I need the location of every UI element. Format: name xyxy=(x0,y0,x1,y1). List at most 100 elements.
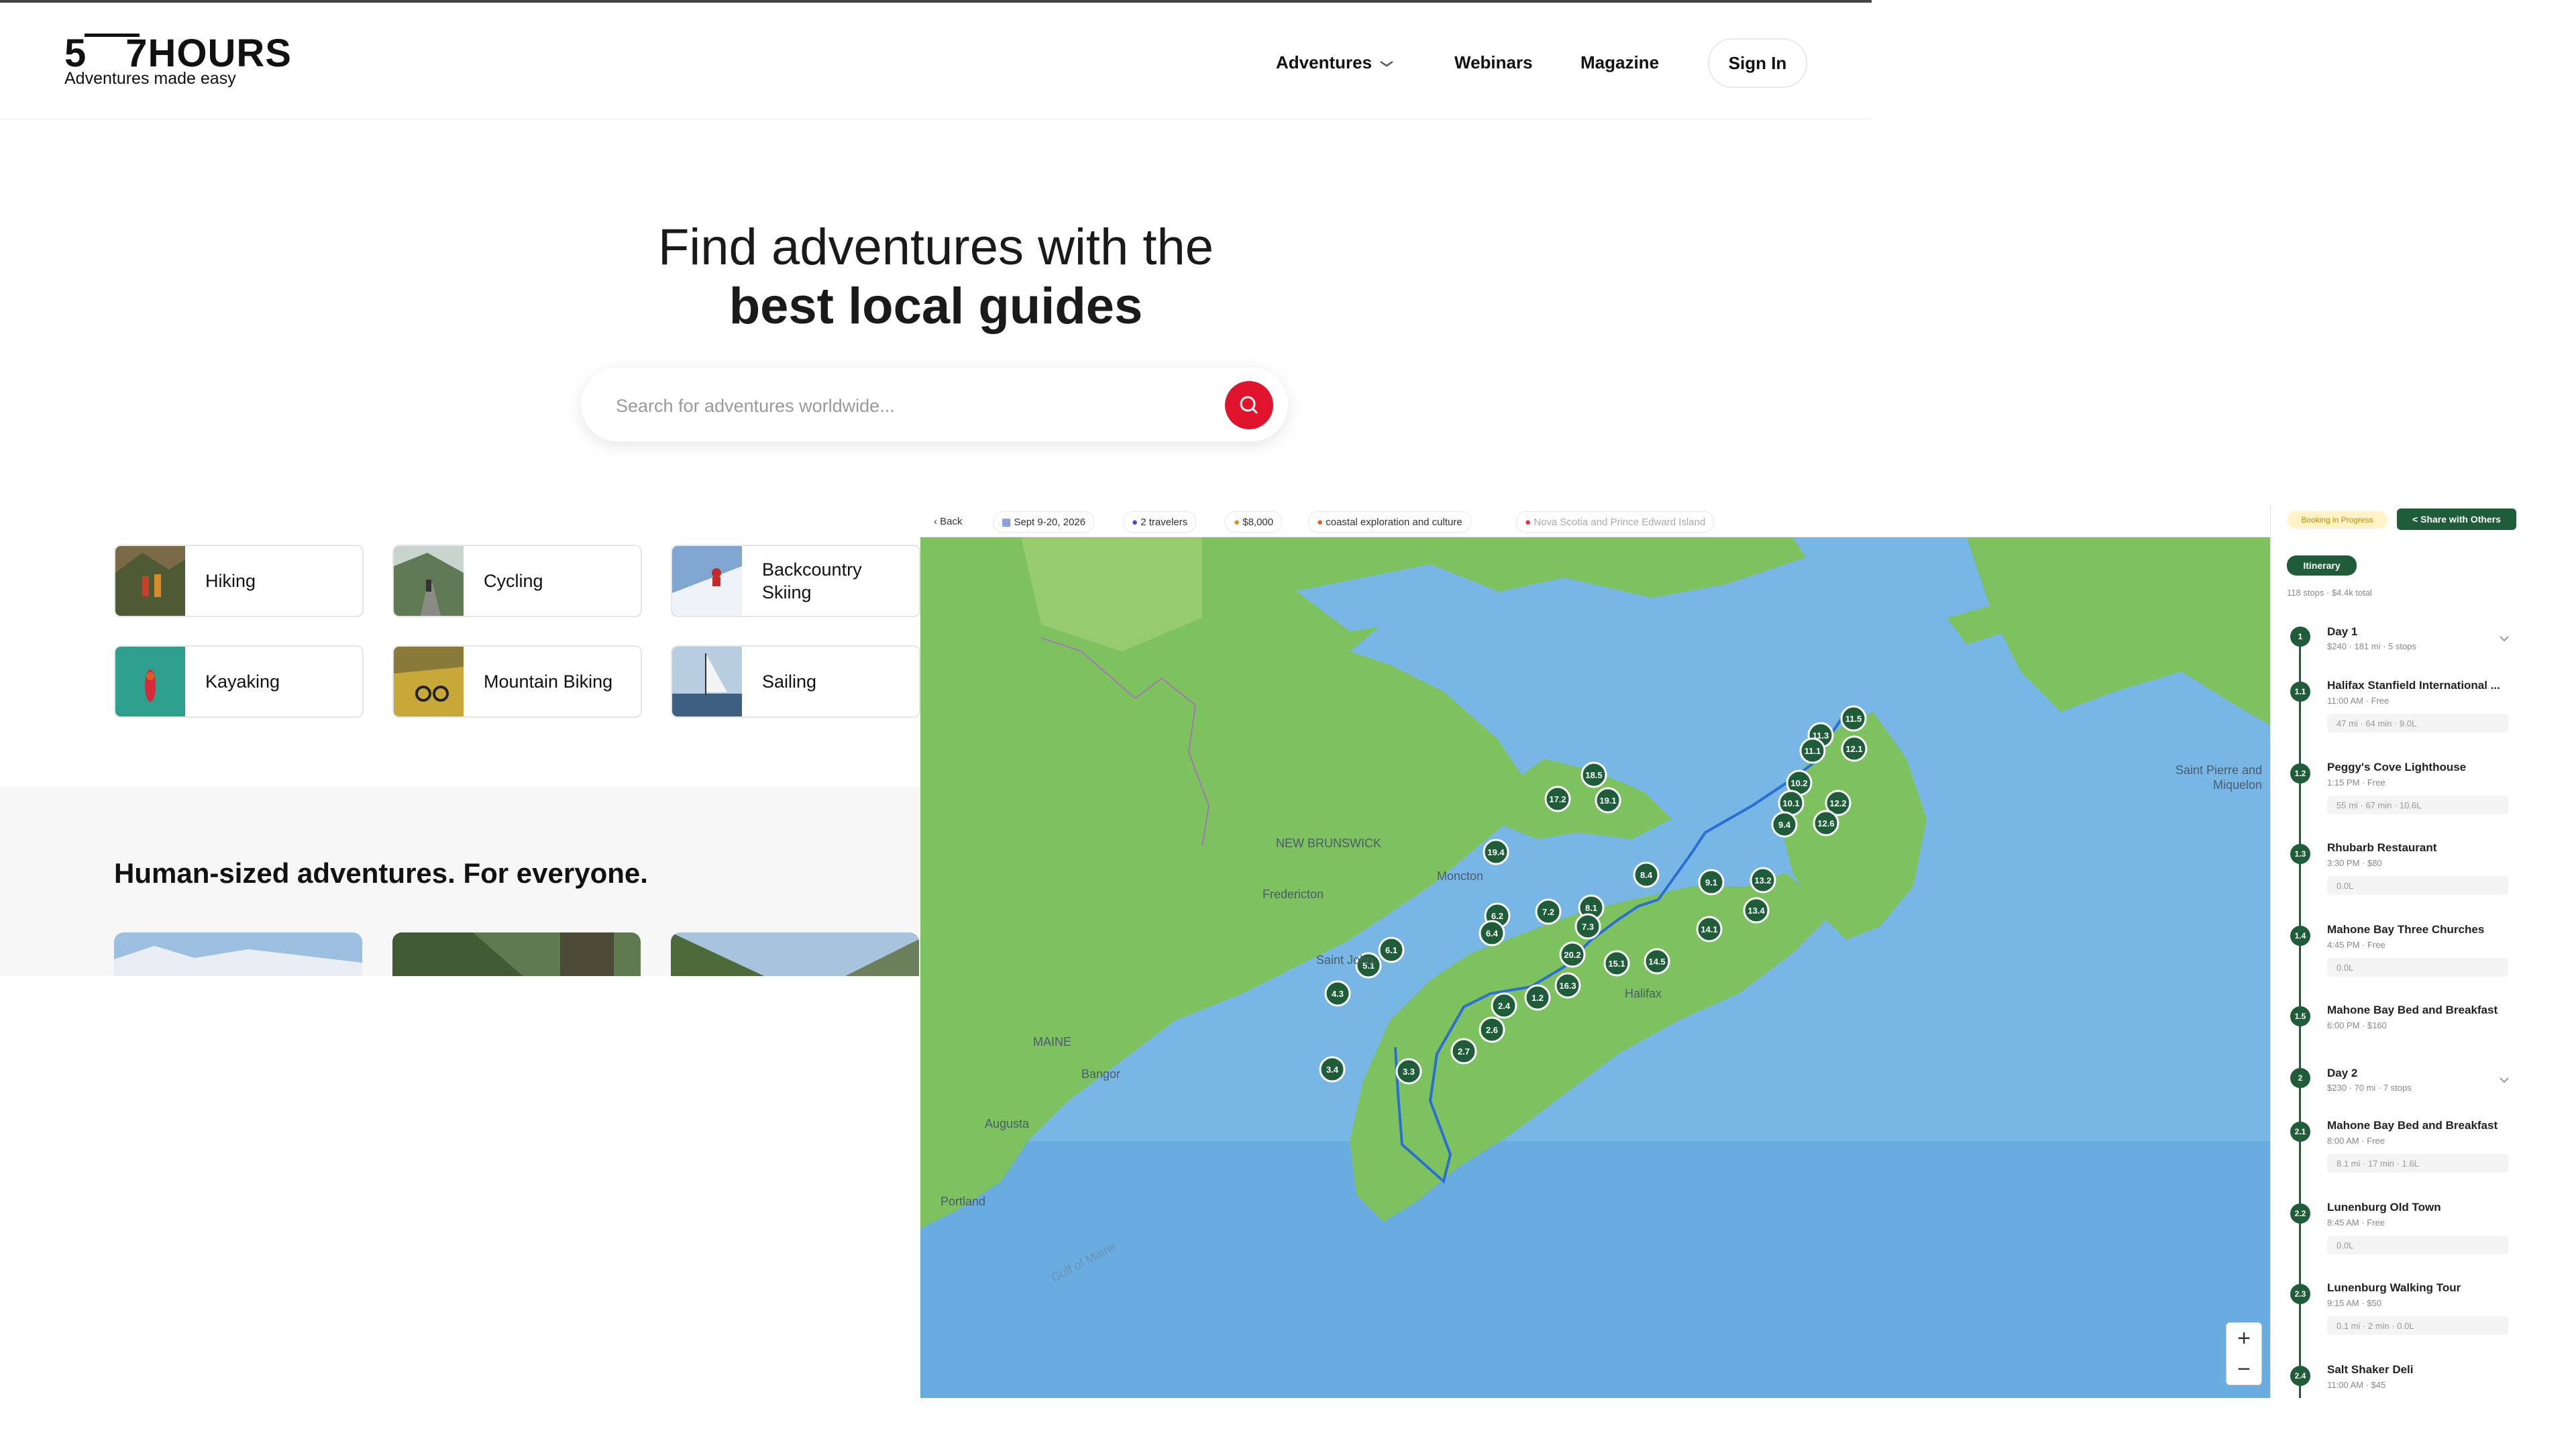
map-label: Halifax xyxy=(1625,987,1662,1000)
map-marker-label: 1.2 xyxy=(1532,993,1544,1003)
map-label: Augusta xyxy=(985,1117,1030,1130)
adventure-card[interactable] xyxy=(671,932,919,976)
sign-in-button[interactable]: Sign In xyxy=(1708,38,1807,88)
route-map[interactable]: 11.5 11.3 11.1 12.1 10.2 10.1 9.4 12.2 12.6 18.5 1… xyxy=(920,537,2270,1398)
stop-title[interactable]: Mahone Bay Bed and Breakfast xyxy=(2327,1119,2498,1132)
map-marker-label: 11.3 xyxy=(1813,731,1829,741)
day-title: Day 2 xyxy=(2327,1067,2358,1079)
map-marker-label: 6.2 xyxy=(1491,911,1503,921)
map-canvas[interactable]: 11.5 11.3 11.1 12.1 10.2 10.1 9.4 12.2 12.6 18.5 1… xyxy=(920,537,2270,1398)
stop-meta: 11:00 AM · $45 xyxy=(2327,1380,2386,1390)
day-title: Day 1 xyxy=(2327,625,2358,638)
category-sailing[interactable]: Sailing xyxy=(671,645,920,718)
stop-meta: 8:45 AM · Free xyxy=(2327,1218,2385,1228)
stop-title[interactable]: Halifax Stanfield International ... xyxy=(2327,679,2500,692)
travelers-chip[interactable]: ● 2 travelers xyxy=(1123,511,1197,533)
search-input[interactable] xyxy=(614,392,1194,420)
adventure-card-image xyxy=(114,932,362,976)
category-mountain-biking[interactable]: Mountain Biking xyxy=(392,645,642,718)
itinerary-summary: 118 stops · $4.4k total xyxy=(2287,588,2372,598)
nav-adventures[interactable]: Adventures xyxy=(1276,52,1372,73)
category-label: Hiking xyxy=(205,571,256,591)
category-backcountry-skiing[interactable]: Backcountry Skiing xyxy=(671,545,920,617)
skiing-thumbnail xyxy=(672,546,742,616)
map-label: Fredericton xyxy=(1263,888,1324,901)
chevron-down-icon[interactable] xyxy=(2499,633,2510,644)
category-label: Cycling xyxy=(484,571,543,591)
map-marker-label: 13.2 xyxy=(1754,875,1771,885)
stop-title[interactable]: Rhubarb Restaurant xyxy=(2327,841,2436,855)
adventure-card-image xyxy=(392,932,641,976)
region-chip[interactable]: ● Nova Scotia and Prince Edward Island xyxy=(1516,511,1715,533)
day-marker: 2 xyxy=(2290,1068,2310,1088)
category-hiking[interactable]: Hiking xyxy=(114,545,364,617)
category-label: Backcountry Skiing xyxy=(762,559,862,602)
day-marker: 1 xyxy=(2290,627,2310,647)
stop-title[interactable]: Mahone Bay Bed and Breakfast xyxy=(2327,1004,2498,1017)
map-marker-label: 14.5 xyxy=(1648,957,1665,967)
theme-chip[interactable]: ● coastal exploration and culture xyxy=(1308,511,1471,533)
stop-marker: 2.2 xyxy=(2290,1203,2310,1224)
stop-title[interactable]: Salt Shaker Deli xyxy=(2327,1363,2414,1377)
map-marker-label: 3.3 xyxy=(1403,1067,1415,1077)
back-button[interactable]: ‹ Back xyxy=(926,511,971,531)
logo-bar xyxy=(85,34,140,37)
budget-chip[interactable]: ● $8,000 xyxy=(1225,511,1283,533)
nav-magazine[interactable]: Magazine xyxy=(1580,52,1659,73)
map-marker-label: 9.1 xyxy=(1705,877,1717,888)
stop-meta: 11:00 AM · Free xyxy=(2327,696,2390,706)
adventure-card[interactable] xyxy=(392,932,641,976)
stop-meta: 6:00 PM · $160 xyxy=(2327,1020,2387,1030)
map-marker-label: 18.5 xyxy=(1585,770,1602,780)
chevron-down-icon[interactable] xyxy=(1379,56,1394,71)
zoom-out-button[interactable]: − xyxy=(2226,1354,2261,1385)
map-marker-label: 10.1 xyxy=(1782,798,1799,808)
tab-itinerary[interactable]: Itinerary xyxy=(2287,555,2357,576)
map-marker-label: 19.1 xyxy=(1599,796,1616,806)
map-label: Portland xyxy=(941,1195,986,1208)
money-icon: ● xyxy=(1234,516,1243,528)
stop-marker: 1.5 xyxy=(2290,1006,2310,1026)
people-icon: ● xyxy=(1132,516,1141,528)
stop-title[interactable]: Peggy's Cove Lighthouse xyxy=(2327,761,2466,774)
travel-info: 47 mi · 64 min · 9.0L xyxy=(2327,714,2508,733)
zoom-in-button[interactable]: + xyxy=(2226,1323,2261,1354)
site-header: 5 7HOURS Adventures made easy Adventures … xyxy=(0,3,1872,119)
map-marker-label: 7.3 xyxy=(1582,922,1594,932)
search-bar xyxy=(581,368,1288,441)
adventure-card-image xyxy=(671,932,919,976)
stop-title[interactable]: Lunenburg Walking Tour xyxy=(2327,1281,2461,1295)
adventure-card[interactable] xyxy=(114,932,362,976)
day-meta: $240 · 181 mi · 5 stops xyxy=(2327,641,2416,651)
stop-meta: 9:15 AM · $50 xyxy=(2327,1298,2381,1308)
map-label: Bangor xyxy=(1081,1067,1121,1081)
map-marker-label: 11.5 xyxy=(1845,714,1862,724)
hero-title-line1: Find adventures with the xyxy=(657,219,1214,276)
nav-webinars[interactable]: Webinars xyxy=(1454,52,1533,73)
category-cycling[interactable]: Cycling xyxy=(392,545,642,617)
travel-info: 0.1 mi · 2 min · 0.0L xyxy=(2327,1316,2508,1335)
kayaking-thumbnail xyxy=(115,647,185,716)
map-label: Moncton xyxy=(1437,869,1484,883)
map-marker-label: 17.2 xyxy=(1549,794,1566,804)
search-button[interactable] xyxy=(1225,381,1273,429)
stop-marker: 2.1 xyxy=(2290,1122,2310,1142)
map-marker-label: 9.4 xyxy=(1778,820,1791,830)
search-icon xyxy=(1240,396,1258,414)
itinerary-panel: Booking in Progress < Share with Others … xyxy=(2270,506,2518,1398)
chevron-down-icon[interactable] xyxy=(2499,1075,2510,1085)
stop-meta: 8:00 AM · Free xyxy=(2327,1136,2385,1146)
stop-title[interactable]: Lunenburg Old Town xyxy=(2327,1201,2441,1214)
map-marker-label: 4.3 xyxy=(1332,989,1344,999)
map-marker-label: 6.1 xyxy=(1385,945,1397,955)
map-label: MAINE xyxy=(1033,1035,1072,1049)
dates-chip[interactable]: ▦ Sept 9-20, 2026 xyxy=(993,511,1095,533)
map-marker-label: 2.4 xyxy=(1498,1001,1511,1011)
map-label: Saint Pierre and Miquelon xyxy=(2175,763,2262,792)
category-kayaking[interactable]: Kayaking xyxy=(114,645,364,718)
map-label: NEW BRUNSWICK xyxy=(1276,837,1381,850)
pin-icon: ● xyxy=(1525,516,1534,528)
share-button[interactable]: < Share with Others xyxy=(2397,508,2516,530)
map-marker-label: 12.2 xyxy=(1829,798,1846,808)
stop-title[interactable]: Mahone Bay Three Churches xyxy=(2327,923,2484,936)
